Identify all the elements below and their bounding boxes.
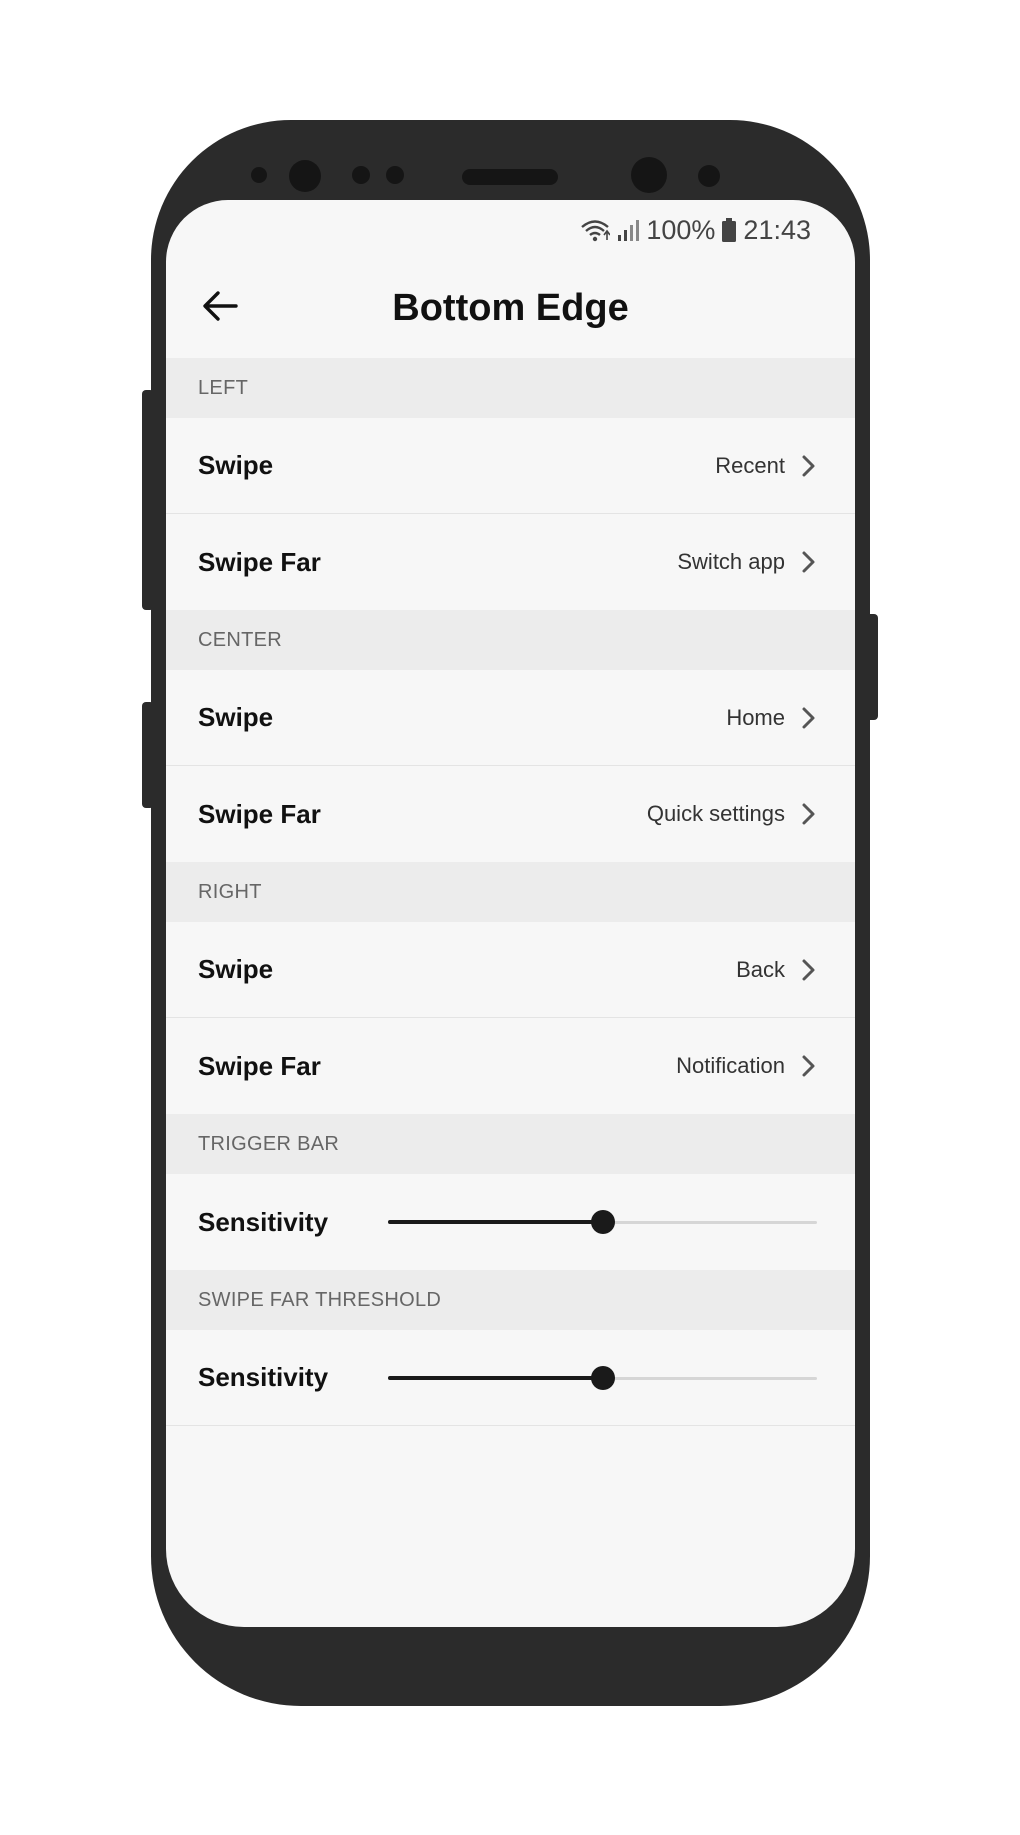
slider-fill: [388, 1220, 603, 1224]
setting-value: Back: [736, 956, 785, 982]
earpiece-speaker: [462, 169, 558, 185]
setting-row-trigger-sensitivity: Sensitivity: [166, 1174, 855, 1270]
setting-label: Swipe: [198, 702, 274, 732]
page-title: Bottom Edge: [392, 286, 629, 329]
status-time: 21:43: [743, 214, 811, 245]
setting-row-left-swipe[interactable]: Swipe Recent: [166, 418, 855, 514]
setting-label: Swipe: [198, 450, 274, 480]
chevron-right-icon: [802, 551, 815, 573]
sensor-dot: [251, 167, 267, 183]
setting-value: Home: [726, 704, 785, 730]
signal-icon: [618, 220, 640, 241]
setting-label: Swipe Far: [198, 546, 321, 577]
setting-row-right-swipe-far[interactable]: Swipe Far Notification: [166, 1018, 855, 1114]
sensor-dot: [386, 166, 404, 184]
stage: 100% 21:43 Bottom Edge LEFT Swipe Recent…: [0, 0, 1020, 1835]
chevron-right-icon: [802, 959, 815, 980]
setting-label: Swipe Far: [198, 798, 321, 829]
setting-label: Sensitivity: [198, 1362, 329, 1392]
setting-value: Recent: [715, 452, 785, 478]
sensor-dot: [352, 166, 370, 184]
settings-list: LEFT Swipe Recent Swipe Far Switch app C…: [166, 358, 855, 1426]
section-header-center: CENTER: [166, 610, 855, 670]
section-header-trigger-bar: TRIGGER BAR: [166, 1114, 855, 1174]
setting-value: Switch app: [677, 549, 785, 574]
battery-icon: [722, 218, 737, 242]
chevron-right-icon: [802, 707, 815, 728]
setting-value: Notification: [676, 1053, 785, 1078]
setting-row-center-swipe-far[interactable]: Swipe Far Quick settings: [166, 766, 855, 862]
section-header-left: LEFT: [166, 358, 855, 418]
setting-row-center-swipe[interactable]: Swipe Home: [166, 670, 855, 766]
wifi-icon: [581, 220, 611, 242]
setting-label: Sensitivity: [198, 1206, 329, 1237]
setting-row-threshold-sensitivity: Sensitivity: [166, 1330, 855, 1426]
setting-label: Swipe Far: [198, 1050, 321, 1081]
setting-label: Swipe: [198, 954, 274, 984]
slider-fill: [388, 1375, 603, 1380]
status-bar: 100% 21:43: [580, 214, 811, 246]
sensor-dot: [698, 165, 720, 187]
chevron-right-icon: [802, 455, 815, 476]
iris-camera: [289, 160, 321, 192]
setting-row-right-swipe[interactable]: Swipe Back: [166, 922, 855, 1018]
front-camera: [631, 157, 667, 193]
slider-thumb[interactable]: [590, 1210, 615, 1234]
chevron-right-icon: [802, 1055, 815, 1077]
sensitivity-slider[interactable]: [388, 1363, 817, 1393]
section-header-right: RIGHT: [166, 862, 855, 922]
battery-percent: 100%: [646, 214, 716, 245]
slider-thumb[interactable]: [590, 1365, 615, 1390]
sensitivity-slider[interactable]: [388, 1207, 817, 1237]
setting-value: Quick settings: [646, 801, 785, 826]
section-header-swipe-far-threshold: SWIPE FAR THRESHOLD: [166, 1270, 855, 1330]
chevron-right-icon: [802, 803, 815, 825]
app-bar: Bottom Edge: [166, 258, 855, 358]
phone-screen: 100% 21:43 Bottom Edge LEFT Swipe Recent…: [166, 200, 855, 1627]
back-arrow-icon[interactable]: [200, 286, 240, 326]
setting-row-left-swipe-far[interactable]: Swipe Far Switch app: [166, 514, 855, 610]
